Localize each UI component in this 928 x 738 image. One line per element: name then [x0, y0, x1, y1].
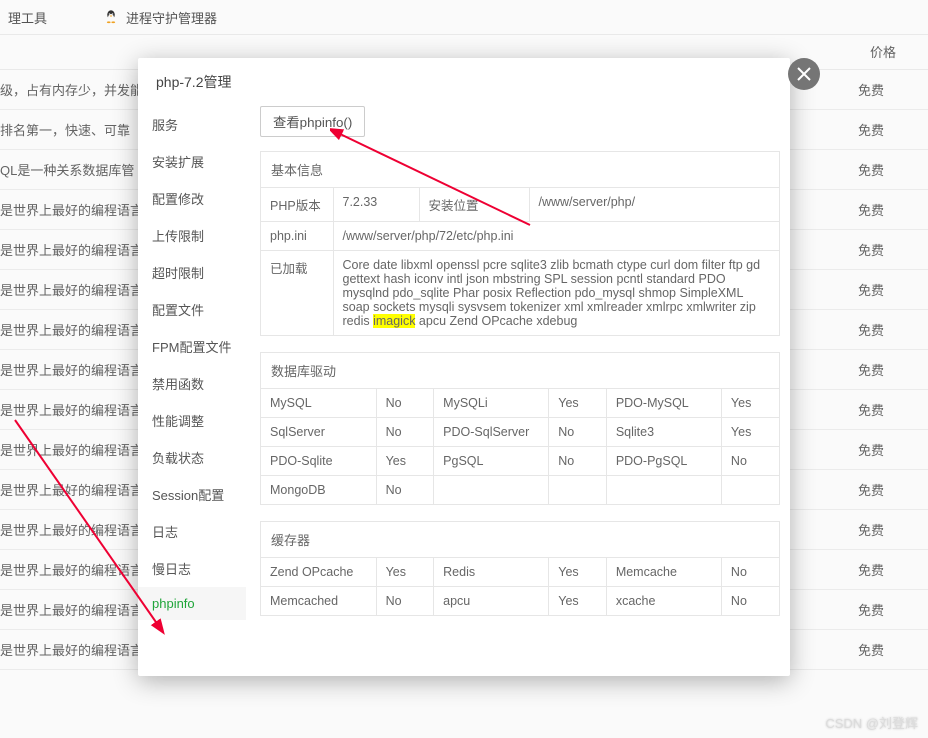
- table-row: MemcachedNoapcuYesxcacheNo: [261, 587, 779, 616]
- table-row: 已加载 Core date libxml openssl pcre sqlite…: [261, 251, 779, 336]
- sidebar-item-11[interactable]: 日志: [138, 513, 246, 550]
- panel-title: 缓存器: [261, 522, 779, 558]
- table-row: PDO-SqliteYesPgSQLNoPDO-PgSQLNo: [261, 447, 779, 476]
- basic-info-table: PHP版本 7.2.33 安装位置 /www/server/php/ php.i…: [261, 188, 779, 335]
- sidebar-item-4[interactable]: 超时限制: [138, 254, 246, 291]
- sidebar-item-10[interactable]: Session配置: [138, 476, 246, 513]
- sidebar-item-3[interactable]: 上传限制: [138, 217, 246, 254]
- modal-sidebar: 服务安装扩展配置修改上传限制超时限制配置文件FPM配置文件禁用函数性能调整负载状…: [138, 106, 246, 676]
- sidebar-item-13[interactable]: phpinfo: [138, 587, 246, 620]
- modal-main: 查看phpinfo() 基本信息 PHP版本 7.2.33 安装位置 /www/…: [246, 106, 790, 676]
- sidebar-item-0[interactable]: 服务: [138, 106, 246, 143]
- panel-title: 数据库驱动: [261, 353, 779, 389]
- db-driver-table: MySQLNoMySQLiYesPDO-MySQLYesSqlServerNoP…: [261, 389, 779, 504]
- modal-title: php-7.2管理: [138, 58, 790, 106]
- sidebar-item-6[interactable]: FPM配置文件: [138, 328, 246, 365]
- db-driver-panel: 数据库驱动 MySQLNoMySQLiYesPDO-MySQLYesSqlSer…: [260, 352, 780, 505]
- sidebar-item-7[interactable]: 禁用函数: [138, 365, 246, 402]
- sidebar-item-2[interactable]: 配置修改: [138, 180, 246, 217]
- sidebar-item-8[interactable]: 性能调整: [138, 402, 246, 439]
- sidebar-item-5[interactable]: 配置文件: [138, 291, 246, 328]
- table-row: Zend OPcacheYesRedisYesMemcacheNo: [261, 558, 779, 587]
- panel-title: 基本信息: [261, 152, 779, 188]
- table-row: SqlServerNoPDO-SqlServerNoSqlite3Yes: [261, 418, 779, 447]
- table-row: MongoDBNo: [261, 476, 779, 505]
- highlighted-ext: imagick: [373, 314, 415, 328]
- table-row: php.ini /www/server/php/72/etc/php.ini: [261, 222, 779, 251]
- table-row: PHP版本 7.2.33 安装位置 /www/server/php/: [261, 188, 779, 222]
- table-row: MySQLNoMySQLiYesPDO-MySQLYes: [261, 389, 779, 418]
- cache-panel: 缓存器 Zend OPcacheYesRedisYesMemcacheNoMem…: [260, 521, 780, 616]
- php-manage-modal: php-7.2管理 服务安装扩展配置修改上传限制超时限制配置文件FPM配置文件禁…: [138, 58, 790, 676]
- sidebar-item-9[interactable]: 负载状态: [138, 439, 246, 476]
- view-phpinfo-button[interactable]: 查看phpinfo(): [260, 106, 365, 137]
- close-button[interactable]: [788, 58, 820, 90]
- close-icon: [797, 67, 811, 81]
- loaded-extensions: Core date libxml openssl pcre sqlite3 zl…: [333, 251, 779, 336]
- sidebar-item-12[interactable]: 慢日志: [138, 550, 246, 587]
- watermark: CSDN @刘登辉: [825, 713, 918, 732]
- cache-table: Zend OPcacheYesRedisYesMemcacheNoMemcach…: [261, 558, 779, 615]
- basic-info-panel: 基本信息 PHP版本 7.2.33 安装位置 /www/server/php/ …: [260, 151, 780, 336]
- sidebar-item-1[interactable]: 安装扩展: [138, 143, 246, 180]
